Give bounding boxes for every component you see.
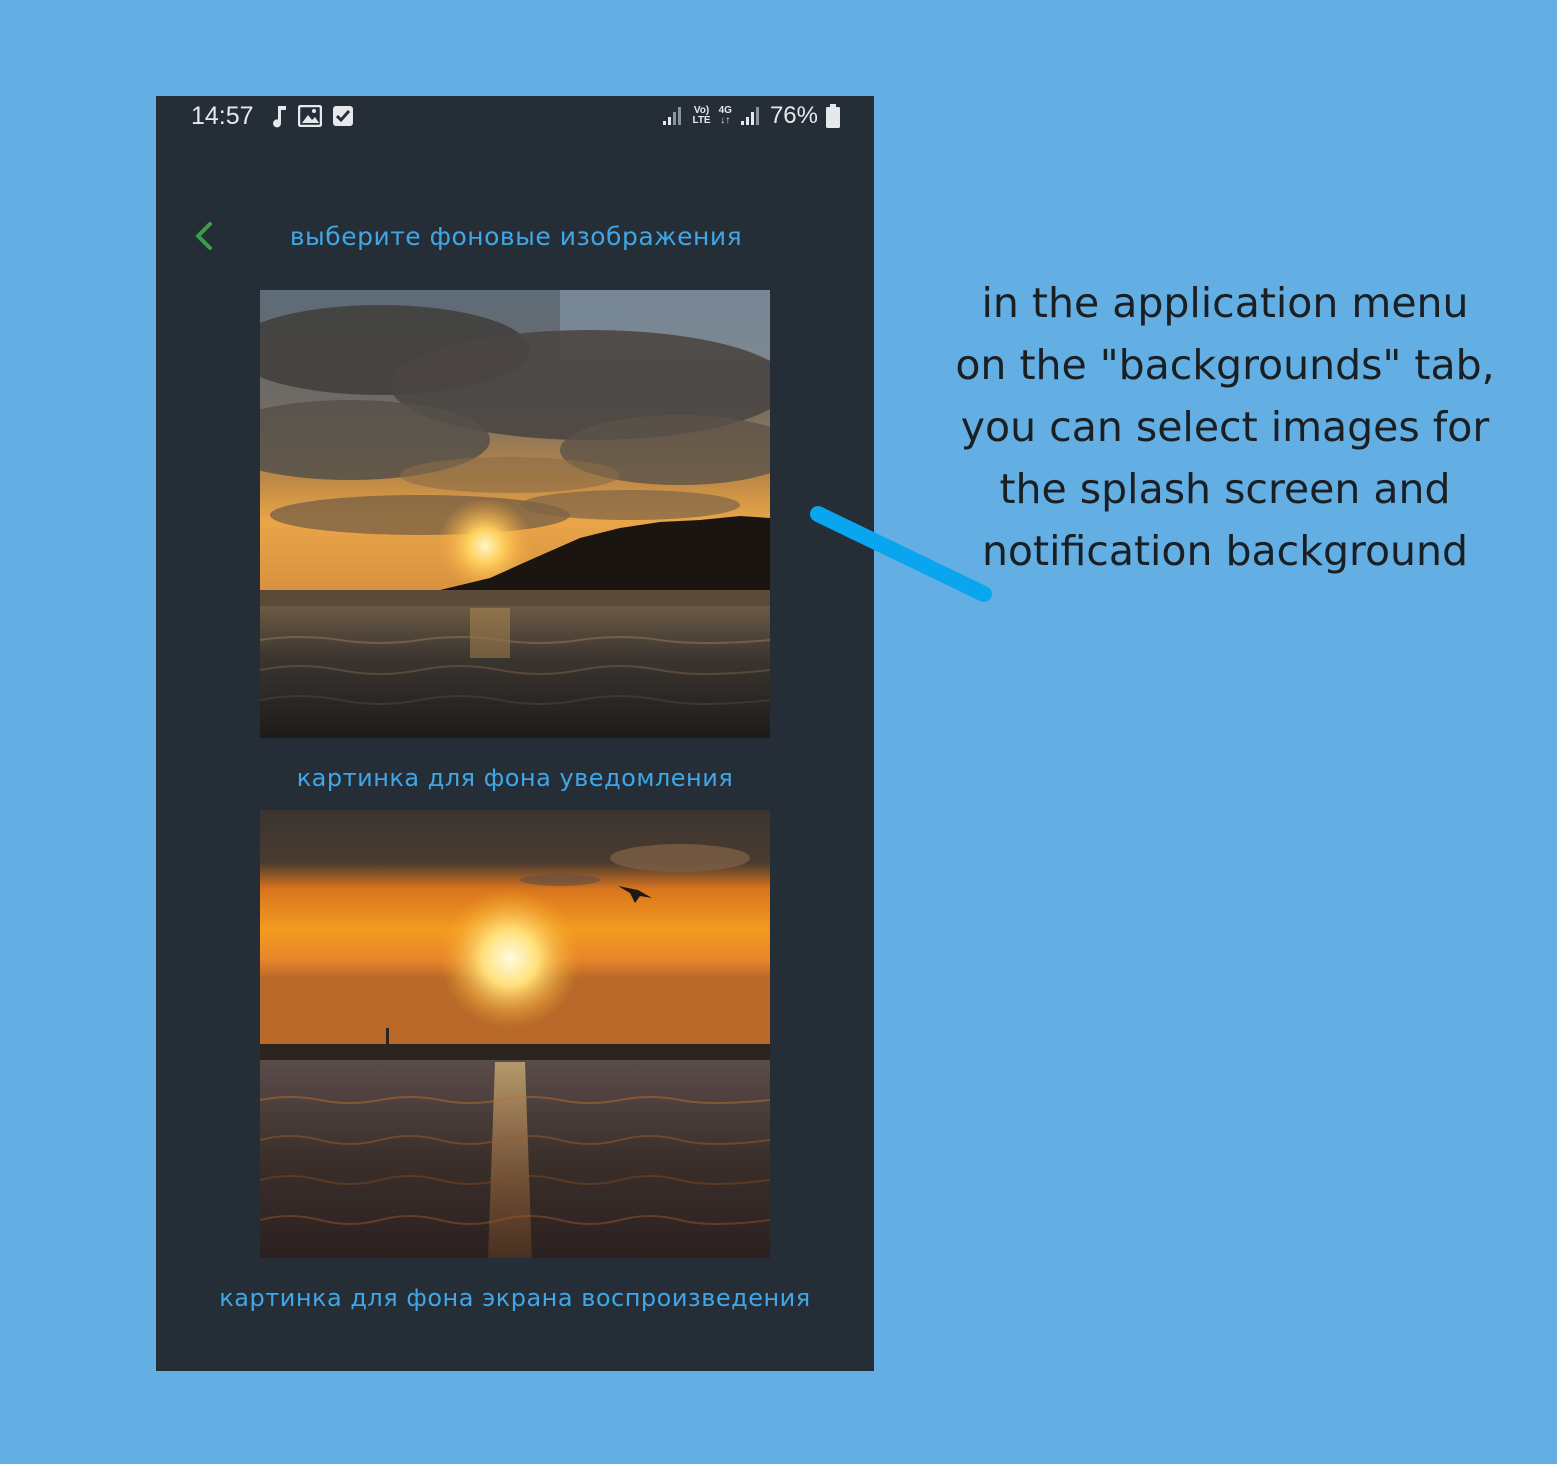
annotation-line-2: on the "backgrounds" tab, <box>955 341 1495 389</box>
annotation-line-3: you can select images for <box>960 403 1490 451</box>
annotation-line-4: the splash screen and <box>999 465 1451 513</box>
annotation-text: in the application menu on the "backgrou… <box>930 272 1520 582</box>
annotation-line-5: notification background <box>981 527 1469 575</box>
annotation-pointer <box>810 506 992 602</box>
annotation-line-1: in the application menu <box>981 279 1469 327</box>
